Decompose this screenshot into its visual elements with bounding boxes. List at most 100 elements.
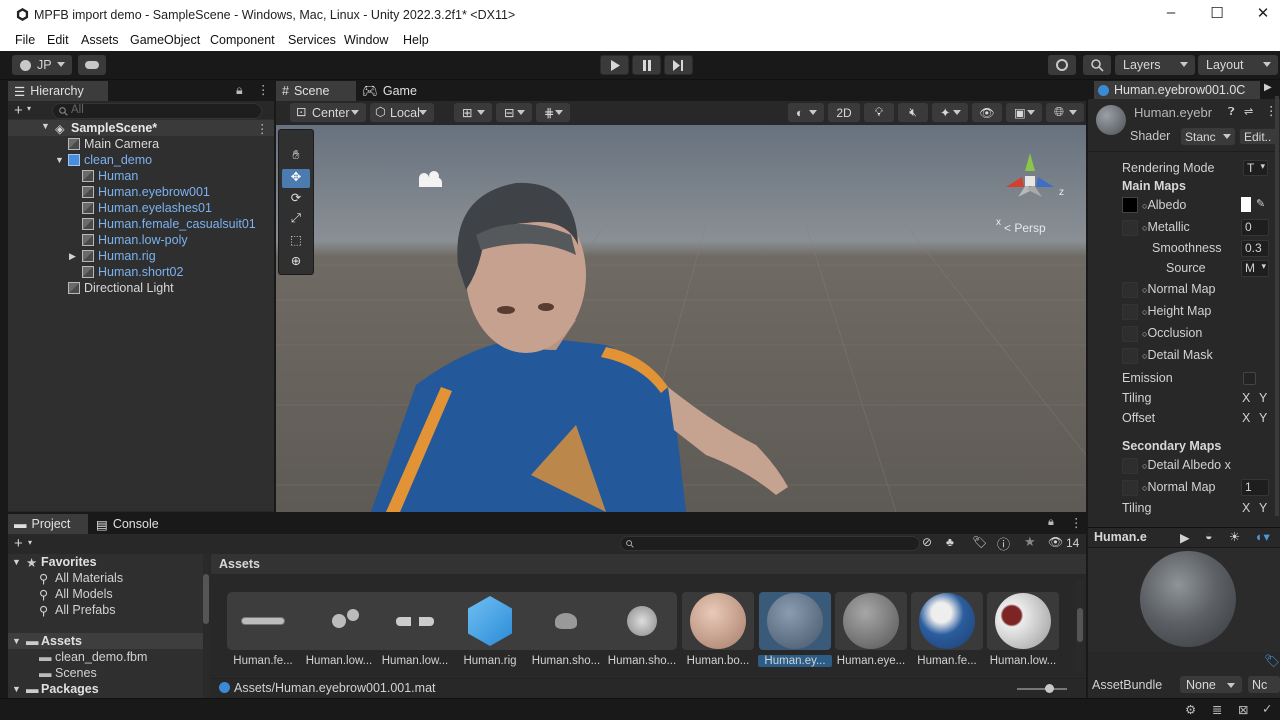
search-button[interactable]	[1083, 55, 1111, 75]
lock-icon[interactable]: 🔒︎	[1048, 516, 1054, 529]
help-icon[interactable]: ❓︎	[1228, 106, 1235, 119]
filter-type-icon[interactable]: ♣	[946, 535, 954, 549]
minimize-button[interactable]: –	[1160, 4, 1182, 26]
cloud-button[interactable]	[78, 55, 106, 75]
tab-project[interactable]: ▬ Project	[8, 514, 88, 534]
folder-tree-scrollbar[interactable]	[203, 554, 209, 698]
asset-tile[interactable]	[454, 592, 526, 650]
metallic-field[interactable]: 0	[1241, 219, 1269, 236]
secondary-normal-scale-field[interactable]: 1	[1241, 479, 1269, 496]
inspector-scrollbar[interactable]	[1275, 96, 1279, 516]
scale-tool-icon[interactable]: ⤢	[282, 211, 310, 230]
tab-scene[interactable]: # Scene	[276, 81, 356, 101]
layers-dropdown[interactable]: Layers	[1115, 55, 1195, 75]
hierarchy-item[interactable]: Human.eyelashes01	[8, 200, 274, 216]
rendering-mode-dropdown[interactable]: T ▾	[1243, 160, 1268, 176]
menu-window[interactable]: Window	[344, 33, 388, 47]
preview-play-icon[interactable]: ▶	[1180, 530, 1190, 545]
filter-label-icon[interactable]: 🏷︎	[972, 535, 987, 549]
visibility-toggle[interactable]: 👁︎	[972, 103, 1002, 122]
toggle-2d-button[interactable]: 2D	[828, 103, 860, 122]
increment-snap-toggle[interactable]: ⋕	[536, 103, 570, 122]
label-tag-icon[interactable]: 🏷︎	[1264, 654, 1280, 669]
folder-clean-demo-fbm[interactable]: ▬ clean_demo.fbm	[8, 649, 204, 665]
breadcrumb-assets[interactable]: Assets	[219, 557, 260, 571]
hierarchy-item[interactable]: ▼ clean_demo	[8, 152, 274, 168]
stack-icon[interactable]: ≣	[1212, 702, 1222, 717]
effects-dropdown[interactable]: ✦	[932, 103, 968, 122]
favorite-all-models[interactable]: ⚲ All Models	[8, 586, 204, 602]
preview-light-icon[interactable]: ☀	[1229, 529, 1240, 544]
lighting-build-icon[interactable]: ⊠	[1238, 702, 1248, 717]
expand-arrow-icon[interactable]: ▼	[12, 557, 21, 567]
tab-console[interactable]: ▤ Console	[90, 514, 170, 534]
asset-tile[interactable]	[759, 592, 831, 650]
projection-label[interactable]: < Persp	[1004, 221, 1046, 235]
menu-services[interactable]: Services	[288, 33, 336, 47]
assetbundle-variant-dropdown[interactable]: Nc	[1248, 676, 1280, 693]
draw-mode-dropdown[interactable]: ◐	[788, 103, 824, 122]
expand-arrow-icon[interactable]: ▼	[12, 684, 21, 694]
hidden-packages-icon[interactable]: 👁︎	[1048, 535, 1063, 549]
gizmos-dropdown[interactable]: 🌐︎	[1046, 103, 1084, 122]
project-search-input[interactable]	[620, 536, 920, 551]
panel-menu-icon[interactable]: ⋮	[257, 82, 270, 97]
hierarchy-search-input[interactable]: All	[52, 103, 262, 119]
grid-snap-toggle[interactable]: ⊞	[454, 103, 492, 122]
tab-game[interactable]: 🎮︎ Game	[356, 81, 426, 101]
asset-grid-scrollbar[interactable]	[1076, 580, 1084, 672]
rotate-tool-icon[interactable]: ⟳	[282, 190, 310, 209]
pause-button[interactable]	[632, 55, 661, 75]
metallic-texture-slot[interactable]	[1122, 220, 1138, 236]
check-circle-icon[interactable]: ✓	[1262, 701, 1272, 716]
emission-checkbox[interactable]	[1243, 372, 1256, 385]
favorite-star-icon[interactable]: ★	[1024, 534, 1036, 550]
add-icon[interactable]: +	[14, 102, 23, 119]
tab-scroll-right-icon[interactable]: ▶	[1264, 82, 1272, 93]
hierarchy-item[interactable]: Human.low-poly	[8, 232, 274, 248]
camera-settings-dropdown[interactable]: ▣	[1006, 103, 1042, 122]
asset-tile[interactable]	[987, 592, 1059, 650]
search-by-type-icon[interactable]: ⊘	[922, 535, 932, 549]
menu-component[interactable]: Component	[210, 33, 275, 47]
hand-tool-icon[interactable]: ✋︎	[282, 148, 310, 167]
expand-arrow-icon[interactable]: ▼	[55, 155, 64, 165]
packages-folder-row[interactable]: ▼ ▬ Packages	[8, 681, 204, 697]
menu-file[interactable]: File	[15, 33, 35, 47]
maximize-button[interactable]: ☐	[1206, 4, 1228, 26]
menu-edit[interactable]: Edit	[47, 33, 69, 47]
info-icon[interactable]: ⓘ	[997, 534, 1010, 553]
favorites-row[interactable]: ▼ ★ Favorites	[8, 554, 204, 570]
asset-tile[interactable]	[835, 592, 907, 650]
hierarchy-item[interactable]: Human.female_casualsuit01	[8, 216, 274, 232]
play-button[interactable]	[600, 55, 629, 75]
folder-scenes[interactable]: ▬ Scenes	[8, 665, 204, 681]
detail-mask-slot[interactable]	[1122, 348, 1138, 364]
hierarchy-item[interactable]: Human.eyebrow001	[8, 184, 274, 200]
undo-history-button[interactable]	[1048, 55, 1076, 75]
normal-map-slot[interactable]	[1122, 282, 1138, 298]
occlusion-slot[interactable]	[1122, 326, 1138, 342]
hierarchy-item[interactable]: Human.short02	[8, 264, 274, 280]
asset-tile[interactable]	[379, 592, 451, 650]
source-dropdown[interactable]: M ▾	[1241, 260, 1269, 277]
preset-icon[interactable]: ⇌	[1244, 105, 1253, 118]
shader-edit-button[interactable]: Edit..	[1239, 128, 1279, 145]
lighting-toggle[interactable]: 💡︎	[864, 103, 894, 122]
pivot-dropdown[interactable]: ⊡ Center	[290, 103, 366, 122]
icon-size-slider[interactable]	[1017, 684, 1067, 693]
favorite-all-prefabs[interactable]: ⚲ All Prefabs	[8, 602, 204, 618]
shader-dropdown[interactable]: Stanc	[1181, 128, 1235, 145]
panel-menu-icon[interactable]: ⋮	[1070, 515, 1083, 530]
snap-increment-toggle[interactable]: ⊟	[496, 103, 532, 122]
move-tool-icon[interactable]: ✥	[282, 169, 310, 188]
audio-toggle[interactable]: 🔇︎	[898, 103, 928, 122]
scene-row[interactable]: ▼ ◈ SampleScene* ⋮	[8, 120, 274, 136]
preview-shape-dropdown-icon[interactable]: ◐▾	[1256, 529, 1270, 544]
step-button[interactable]	[664, 55, 693, 75]
lock-icon[interactable]: 🔒︎	[236, 83, 243, 98]
asset-tile[interactable]	[682, 592, 754, 650]
asset-tile[interactable]	[303, 592, 375, 650]
menu-help[interactable]: Help	[403, 33, 429, 47]
scene-menu-icon[interactable]: ⋮	[256, 121, 269, 136]
